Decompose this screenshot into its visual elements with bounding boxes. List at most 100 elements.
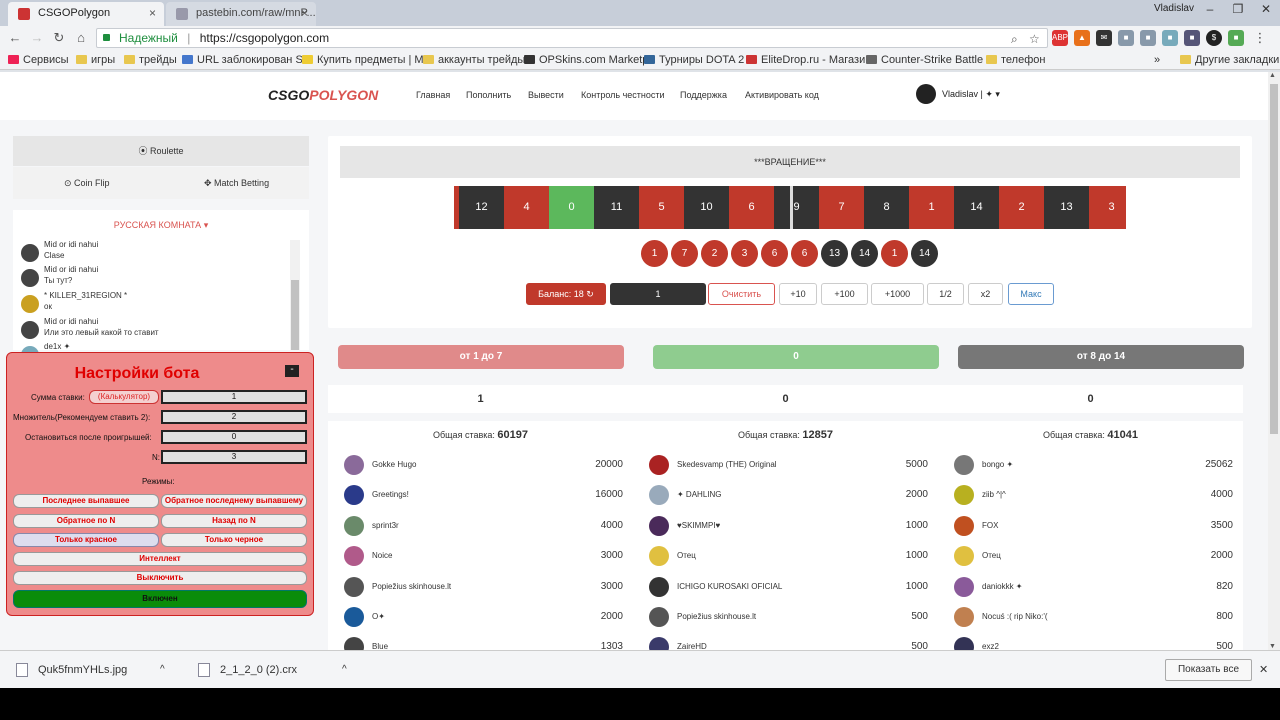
place-bet-button[interactable]: 0 <box>653 345 939 369</box>
mode-back-n-button[interactable]: Назад по N <box>161 514 307 528</box>
place-bet-button[interactable]: от 1 до 7 <box>338 345 624 369</box>
maximize-icon[interactable]: ❐ <box>1224 0 1252 20</box>
history-ball: 14 <box>911 240 938 267</box>
bookmark-star-icon[interactable]: ☆ <box>1029 30 1040 48</box>
minimize-icon[interactable]: – <box>1196 0 1224 20</box>
max-button[interactable]: Макс <box>1008 283 1054 305</box>
user-menu[interactable]: Vladislav | ✦ ▾ <box>942 89 1000 100</box>
bet-amount-input[interactable]: 1 <box>610 283 706 305</box>
extension-icon[interactable]: ■ <box>1184 30 1200 46</box>
nav-deposit[interactable]: Пополнить <box>466 90 511 100</box>
scroll-thumb[interactable] <box>1270 84 1278 434</box>
bookmark-link[interactable]: EliteDrop.ru - Магази <box>746 52 865 68</box>
avatar <box>649 515 669 536</box>
half-button[interactable]: 1/2 <box>927 283 964 305</box>
turn-on-button[interactable]: Включен <box>13 590 307 608</box>
mode-match-betting[interactable]: ✥ Match Betting <box>204 167 269 199</box>
double-button[interactable]: x2 <box>968 283 1003 305</box>
home-icon[interactable]: ⌂ <box>72 29 90 47</box>
bettor-name: Greetings! <box>372 490 409 500</box>
extension-icon[interactable]: ■ <box>1228 30 1244 46</box>
extension-icon[interactable]: ■ <box>1162 30 1178 46</box>
nav-redeem-code[interactable]: Активировать код <box>745 90 819 100</box>
reload-icon[interactable]: ↻ <box>50 29 68 47</box>
tab-close-icon[interactable]: × <box>149 2 156 24</box>
page-scrollbar[interactable]: ▲ ▼ <box>1268 72 1280 650</box>
chevron-up-icon[interactable]: ^ <box>160 651 165 689</box>
search-icon[interactable]: ⌕ <box>1011 30 1018 48</box>
nav-support[interactable]: Поддержка <box>680 90 727 100</box>
plus10-button[interactable]: +10 <box>779 283 817 305</box>
chevron-up-icon[interactable]: ^ <box>342 651 347 689</box>
clear-button[interactable]: Очистить <box>708 283 775 305</box>
bookmark-folder[interactable]: аккаунты трейды <box>423 52 525 68</box>
back-icon[interactable]: ← <box>6 29 24 47</box>
avatar <box>21 295 39 313</box>
chat-room-selector[interactable]: РУССКАЯ КОМНАТА ▾ <box>13 220 309 231</box>
bettor-name: ziib ^|^ <box>982 490 1006 500</box>
tab-pastebin[interactable]: pastebin.com/raw/mnP... × <box>166 2 316 26</box>
stop-after-input[interactable]: 0 <box>161 430 307 444</box>
turn-off-button[interactable]: Выключить <box>13 571 307 585</box>
nav-home[interactable]: Главная <box>416 90 450 100</box>
forward-icon[interactable]: → <box>28 29 46 47</box>
mode-roulette[interactable]: ⦿ Roulette <box>13 136 309 166</box>
bookmark-link[interactable]: Counter-Strike Battle <box>866 52 983 68</box>
mode-intellect-button[interactable]: Интеллект <box>13 552 307 566</box>
bot-minimize-button[interactable]: - <box>285 365 299 377</box>
bookmark-folder[interactable]: телефон <box>986 52 1045 68</box>
downloads-close-icon[interactable]: ✕ <box>1259 651 1268 689</box>
bookmark-link[interactable]: URL заблокирован S <box>182 52 303 68</box>
calculator-button[interactable]: (Калькулятор) <box>89 390 159 404</box>
scroll-down-icon[interactable]: ▼ <box>1269 643 1276 650</box>
chat-scrollbar[interactable] <box>290 240 300 350</box>
nav-provably-fair[interactable]: Контроль честности <box>581 90 665 100</box>
plus1000-button[interactable]: +1000 <box>871 283 924 305</box>
mail-extension-icon[interactable]: ✉ <box>1096 30 1112 46</box>
tab-csgopolygon[interactable]: CSGOPolygon × <box>8 2 164 26</box>
download-item[interactable]: Quk5fnmYHLs.jpg <box>38 651 127 689</box>
mode-only-black-button[interactable]: Только черное <box>161 533 307 547</box>
bookmark-apps[interactable]: Сервисы <box>8 52 69 68</box>
mode-coinflip[interactable]: ⊙ Coin Flip <box>64 167 110 199</box>
extension-icon[interactable]: ■ <box>1140 30 1156 46</box>
scroll-up-icon[interactable]: ▲ <box>1269 72 1276 79</box>
bet-amount: 3000 <box>600 580 623 592</box>
balance-button[interactable]: Баланс: 18 ↻ <box>526 283 606 305</box>
bookmark-folder[interactable]: трейды <box>124 52 177 68</box>
history-ball: 3 <box>731 240 758 267</box>
nav-withdraw[interactable]: Вывести <box>528 90 564 100</box>
mode-only-red-button[interactable]: Только красное <box>13 533 159 547</box>
dollar-extension-icon[interactable]: $ <box>1206 30 1222 46</box>
avatar[interactable] <box>916 84 936 104</box>
bet-sum-input[interactable]: 1 <box>161 390 307 404</box>
n-input[interactable]: 3 <box>161 450 307 464</box>
url-text[interactable]: https://csgopolygon.com <box>200 31 329 45</box>
fire-extension-icon[interactable]: ▲ <box>1074 30 1090 46</box>
multiplier-input[interactable]: 2 <box>161 410 307 424</box>
avatar <box>21 321 39 339</box>
mode-opposite-n-button[interactable]: Обратное по N <box>13 514 159 528</box>
menu-icon[interactable]: ⋮ <box>1252 30 1268 46</box>
bookmark-link[interactable]: OPSkins.com Marketp <box>524 52 648 68</box>
download-item[interactable]: 2_1_2_0 (2).crx <box>220 651 297 689</box>
mode-opposite-last-button[interactable]: Обратное последнему выпавшему <box>161 494 307 508</box>
bookmarks-more-icon[interactable]: » <box>1154 52 1160 68</box>
bettor-name: ICHIGO KUROSAKI OFICIAL <box>677 581 783 591</box>
plus100-button[interactable]: +100 <box>821 283 868 305</box>
tab-close-icon[interactable]: × <box>301 2 308 24</box>
address-bar[interactable]: Надежный | https://csgopolygon.com ⌕ ☆ <box>96 28 1048 48</box>
total-bet: Общая ставка: 12857 <box>633 429 938 441</box>
bookmark-other[interactable]: Другие закладки <box>1180 52 1279 68</box>
show-all-button[interactable]: Показать все <box>1165 659 1252 681</box>
bookmark-folder[interactable]: игры <box>76 52 115 68</box>
window-close-icon[interactable]: ✕ <box>1252 0 1280 20</box>
site-logo[interactable]: CSGOPOLYGON <box>268 87 378 103</box>
bookmark-link[interactable]: Турниры DOTA 2 <box>644 52 744 68</box>
profile-name[interactable]: Vladislav <box>1154 3 1194 14</box>
mode-last-button[interactable]: Последнее выпавшее <box>13 494 159 508</box>
place-bet-button[interactable]: от 8 до 14 <box>958 345 1244 369</box>
adblock-icon[interactable]: ABP <box>1052 30 1068 46</box>
extension-icon[interactable]: ■ <box>1118 30 1134 46</box>
bookmark-link[interactable]: Купить предметы | М <box>302 52 424 68</box>
